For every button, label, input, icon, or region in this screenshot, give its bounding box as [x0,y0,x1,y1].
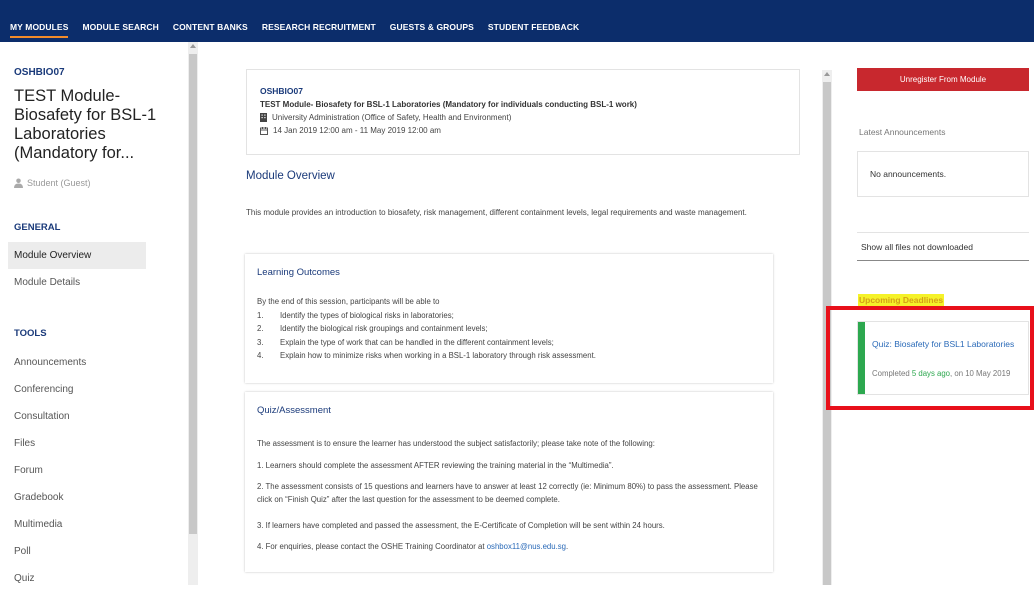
learning-outcomes-list: 1. Identify the types of biological risk… [257,309,596,362]
top-navigation: MY MODULES MODULE SEARCH CONTENT BANKS R… [0,0,1034,42]
deadline-status-suffix: , on 10 May 2019 [950,369,1011,378]
list-item-text: Identify the types of biological risks i… [280,311,454,320]
deadline-status: Completed 5 days ago, on 10 May 2019 [872,369,1010,378]
no-announcements-text: No announcements. [870,169,947,179]
sidebar-module-title: TEST Module-Biosafety for BSL-1 Laborato… [14,87,157,162]
nav-research-recruitment[interactable]: RESEARCH RECRUITMENT [262,0,376,42]
deadline-status-ago: 5 days ago [911,369,951,378]
module-dates-text: 14 Jan 2019 12:00 am - 11 May 2019 12:00… [273,126,441,135]
show-files-link[interactable]: Show all files not downloaded [857,232,1029,261]
sidebar-item-poll[interactable]: Poll [8,538,146,565]
unregister-button[interactable]: Unregister From Module [857,68,1029,91]
sidebar-item-forum[interactable]: Forum [8,457,146,484]
sidebar-item-quiz[interactable]: Quiz [8,565,146,592]
module-overview-title: Module Overview [246,170,335,182]
list-item: 2. Identify the biological risk grouping… [257,322,596,335]
module-name: TEST Module- Biosafety for BSL-1 Laborat… [260,100,637,109]
building-icon [260,113,267,122]
list-item-number: 4. [257,350,264,360]
list-item-number: 3. [257,337,264,347]
sidebar-module-code: OSHBIO07 [14,67,65,78]
list-item: 1. Identify the types of biological risk… [257,309,596,322]
learning-outcomes-title: Learning Outcomes [257,267,340,278]
module-sidebar: OSHBIO07 TEST Module-Biosafety for BSL-1… [0,42,188,585]
quiz-paragraph-4: 4. For enquiries, please contact the OSH… [257,540,765,553]
sidebar-role: Student (Guest) [14,178,91,188]
module-department: University Administration (Office of Saf… [260,113,511,122]
show-files-text: Show all files not downloaded [861,242,973,252]
person-icon [14,178,23,188]
list-item-number: 1. [257,311,264,320]
quiz-assessment-title: Quiz/Assessment [257,405,331,416]
quiz-paragraph-2: 2. The assessment consists of 15 questio… [257,482,758,504]
quiz-assessment-card: Quiz/Assessment The assessment is to ens… [245,392,773,572]
quiz-paragraph-1: 1. Learners should complete the assessme… [257,461,614,470]
sidebar-section-general: GENERAL [14,222,61,233]
module-department-text: University Administration (Office of Saf… [272,113,512,122]
sidebar-section-tools: TOOLS [14,328,47,339]
quiz-paragraph-3: 3. If learners have completed and passed… [257,521,665,530]
main-scrollbar[interactable] [822,70,832,585]
list-item-number: 2. [257,324,264,334]
nav-my-modules[interactable]: MY MODULES [10,0,69,42]
sidebar-item-gradebook[interactable]: Gradebook [8,484,146,511]
announcements-box: No announcements. [857,151,1029,197]
sidebar-item-module-details[interactable]: Module Details [8,269,146,296]
sidebar-item-conferencing[interactable]: Conferencing [8,376,146,403]
sidebar-item-multimedia[interactable]: Multimedia [8,511,146,538]
sidebar-item-consultation[interactable]: Consultation [8,403,146,430]
quiz-paragraph-intro: The assessment is to ensure the learner … [257,439,655,448]
sidebar-scrollbar-thumb[interactable] [189,54,197,534]
deadline-status-bar [858,322,865,394]
list-item-text: Identify the biological risk groupings a… [280,324,488,334]
main-scrollbar-thumb[interactable] [823,82,831,585]
oshe-email-link[interactable]: oshbox11@nus.edu.sg [487,542,566,551]
latest-announcements-label: Latest Announcements [859,127,946,137]
scroll-up-arrow-icon[interactable] [190,44,196,48]
sidebar-role-text: Student (Guest) [27,178,91,188]
learning-outcomes-intro: By the end of this session, participants… [257,297,440,306]
sidebar-item-module-overview[interactable]: Module Overview [8,242,146,269]
module-overview-text: This module provides an introduction to … [246,208,747,217]
deadline-title-link[interactable]: Quiz: Biosafety for BSL1 Laboratories [872,339,1022,350]
list-item-text: Explain how to minimize risks when worki… [280,350,596,360]
scroll-up-arrow-icon[interactable] [824,72,830,76]
upcoming-deadlines-label: Upcoming Deadlines [858,294,945,306]
deadline-status-prefix: Completed [872,369,912,378]
calendar-icon [260,126,268,135]
nav-student-feedback[interactable]: STUDENT FEEDBACK [488,0,579,42]
main-content: OSHBIO07 TEST Module- Biosafety for BSL-… [198,42,820,585]
sidebar-scrollbar[interactable] [188,42,198,585]
sidebar-item-announcements[interactable]: Announcements [8,349,146,376]
module-dates: 14 Jan 2019 12:00 am - 11 May 2019 12:00… [260,126,441,135]
deadline-card[interactable]: Quiz: Biosafety for BSL1 Laboratories Co… [857,321,1029,395]
nav-guests-groups[interactable]: GUESTS & GROUPS [390,0,474,42]
module-header-card: OSHBIO07 TEST Module- Biosafety for BSL-… [246,69,800,155]
learning-outcomes-card: Learning Outcomes By the end of this ses… [245,254,773,383]
module-code: OSHBIO07 [260,86,303,96]
sidebar-item-files[interactable]: Files [8,430,146,457]
list-item-text: Explain the type of work that can be han… [280,337,554,347]
nav-content-banks[interactable]: CONTENT BANKS [173,0,248,42]
list-item: 4. Explain how to minimize risks when wo… [257,349,596,362]
quiz-paragraph-4-text: 4. For enquiries, please contact the OSH… [257,542,487,551]
quiz-paragraph-4-suffix: . [566,542,569,551]
list-item: 3. Explain the type of work that can be … [257,336,596,349]
nav-module-search[interactable]: MODULE SEARCH [82,0,158,42]
